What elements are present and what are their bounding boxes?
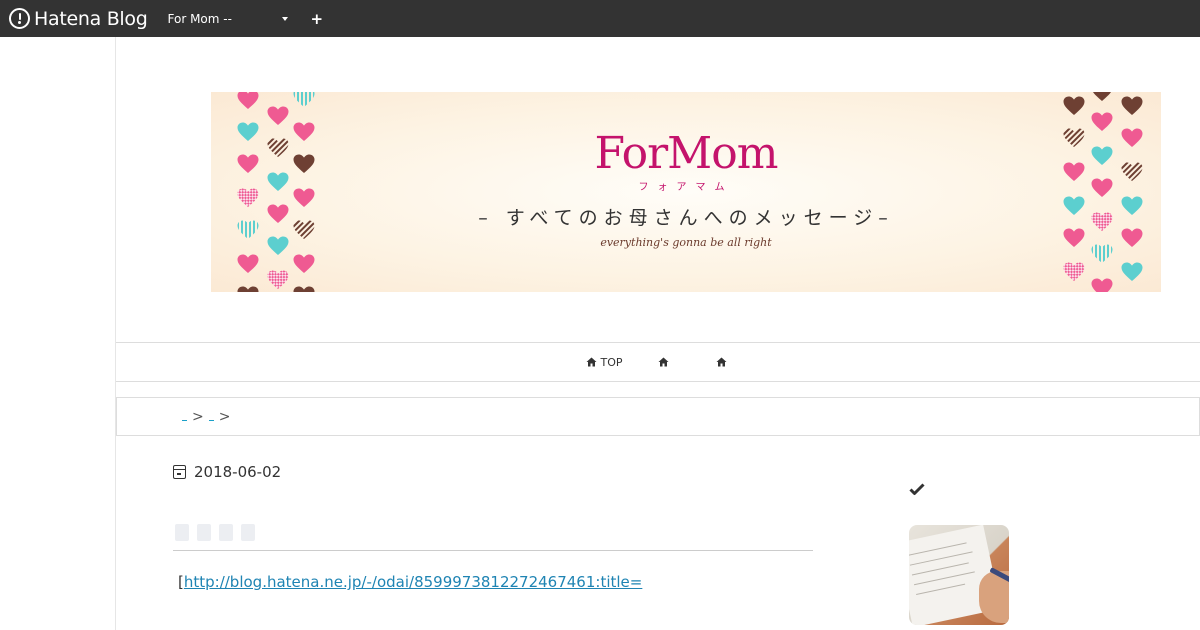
banner-tagline: everything's gonna be all right bbox=[600, 236, 772, 249]
blog-selector-value: For Mom -- bbox=[167, 11, 232, 26]
heart-icon bbox=[237, 286, 259, 292]
breadcrumb-link-2[interactable] bbox=[208, 419, 214, 421]
heart-icon bbox=[237, 254, 259, 273]
heart-icon bbox=[1093, 92, 1111, 101]
left-rail bbox=[0, 37, 116, 630]
heart-icon bbox=[1121, 262, 1143, 281]
heart-icon bbox=[293, 286, 315, 292]
entry-divider bbox=[173, 550, 813, 551]
entry-date[interactable]: 2018-06-02 bbox=[173, 463, 281, 481]
nav-item-home-3[interactable] bbox=[716, 357, 730, 367]
paper-line bbox=[916, 583, 966, 596]
heart-icon bbox=[237, 92, 259, 109]
banner-title: ForMom bbox=[594, 128, 779, 179]
hatena-logo-icon bbox=[9, 8, 30, 29]
heart-icon bbox=[1091, 112, 1113, 131]
add-entry-button[interactable]: + bbox=[311, 10, 324, 28]
breadcrumb-separator: > bbox=[192, 408, 204, 425]
nav-item-top[interactable]: TOP bbox=[586, 355, 623, 369]
banner-kana: フォアマム bbox=[638, 182, 734, 193]
sidebar-thumbnail[interactable] bbox=[909, 525, 1009, 625]
entry-odai-link[interactable]: http://blog.hatena.ne.jp/-/odai/85999738… bbox=[184, 573, 642, 591]
home-icon bbox=[658, 357, 668, 367]
heart-icon bbox=[1121, 96, 1143, 115]
paper-line bbox=[913, 571, 975, 586]
global-nav: TOP bbox=[116, 342, 1200, 382]
blog-selector[interactable]: For Mom -- bbox=[168, 12, 288, 26]
heart-icon bbox=[1063, 96, 1085, 115]
entry-date-text: 2018-06-02 bbox=[194, 463, 282, 481]
logo-text: Hatena Blog bbox=[34, 7, 148, 30]
heart-icon bbox=[1091, 278, 1113, 292]
banner-subtitle: – すべてのお母さんへのメッセージ– bbox=[478, 207, 894, 229]
title-glyph-placeholder bbox=[219, 524, 233, 541]
hatena-topbar: Hatena Blog For Mom -- + bbox=[0, 0, 1200, 37]
caret-down-icon bbox=[281, 16, 288, 21]
entry-body: [http://blog.hatena.ne.jp/-/odai/8599973… bbox=[178, 573, 642, 591]
title-glyph-placeholder bbox=[197, 524, 211, 541]
banner-brand: ForMom フォアマム – すべてのお母さんへのメッセージ– everythi… bbox=[211, 128, 1161, 250]
heart-icon bbox=[293, 92, 315, 107]
heart-icon bbox=[267, 270, 289, 289]
breadcrumb-link-1[interactable] bbox=[182, 419, 187, 421]
calendar-icon bbox=[173, 465, 186, 479]
title-glyph-placeholder bbox=[175, 524, 189, 541]
entry-title[interactable] bbox=[175, 524, 263, 541]
home-icon bbox=[716, 357, 726, 367]
home-icon bbox=[586, 357, 597, 367]
breadcrumb: > > bbox=[116, 397, 1200, 436]
nav-item-home-2[interactable] bbox=[658, 357, 672, 367]
heart-icon bbox=[293, 254, 315, 273]
check-icon bbox=[909, 483, 925, 495]
title-glyph-placeholder bbox=[241, 524, 255, 541]
nav-item-label: TOP bbox=[600, 355, 623, 369]
blog-header-banner[interactable]: ForMom フォアマム – すべてのお母さんへのメッセージ– everythi… bbox=[211, 92, 1161, 292]
heart-icon bbox=[1063, 262, 1085, 281]
breadcrumb-separator: > bbox=[218, 408, 231, 425]
hatena-blog-logo[interactable]: Hatena Blog bbox=[9, 8, 148, 30]
heart-icon bbox=[267, 106, 289, 125]
